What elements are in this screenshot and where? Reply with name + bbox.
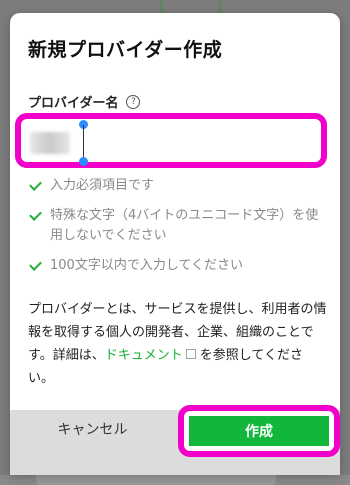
provider-name-input[interactable] bbox=[26, 120, 316, 166]
check-icon bbox=[29, 178, 42, 191]
validation-rules: 入力必須項目です 特殊な文字（4バイトのユニコード文字）を使用しないでください … bbox=[29, 176, 330, 286]
create-provider-dialog: 新規プロバイダー作成 プロバイダー名 ? 入力必須項目です 特殊な文字（4バイト… bbox=[10, 13, 340, 475]
rule-item: 入力必須項目です bbox=[29, 176, 330, 196]
create-button-highlight: 作成 bbox=[178, 405, 340, 457]
rule-item: 特殊な文字（4バイトのユニコード文字）を使用しないでください bbox=[29, 206, 330, 246]
provider-description: プロバイダーとは、サービスを提供し、利用者の情報を取得する個人の開発者、企業、組… bbox=[28, 298, 328, 390]
dialog-title: 新規プロバイダー作成 bbox=[28, 39, 223, 61]
rule-item: 100文字以内で入力してください bbox=[29, 256, 330, 276]
input-highlight bbox=[15, 113, 327, 168]
text-caret bbox=[83, 125, 84, 161]
provider-name-label: プロバイダー名 ? bbox=[28, 92, 141, 111]
external-link-icon bbox=[185, 349, 196, 359]
rule-text: 100文字以内で入力してください bbox=[50, 258, 244, 273]
dialog-footer: キャンセル 作成 bbox=[10, 405, 340, 475]
help-icon[interactable]: ? bbox=[126, 94, 141, 109]
provider-name-label-text: プロバイダー名 bbox=[28, 96, 119, 111]
selection-handle-bottom[interactable] bbox=[79, 157, 88, 166]
create-button[interactable]: 作成 bbox=[189, 416, 329, 446]
check-icon bbox=[29, 208, 42, 221]
cancel-button[interactable]: キャンセル bbox=[10, 410, 175, 450]
rule-text: 特殊な文字（4バイトのユニコード文字）を使用しないでください bbox=[50, 208, 319, 243]
blurred-input-text bbox=[30, 132, 70, 154]
rule-text: 入力必須項目です bbox=[50, 178, 155, 193]
documentation-link[interactable]: ドキュメント bbox=[105, 348, 183, 363]
check-icon bbox=[29, 258, 42, 271]
